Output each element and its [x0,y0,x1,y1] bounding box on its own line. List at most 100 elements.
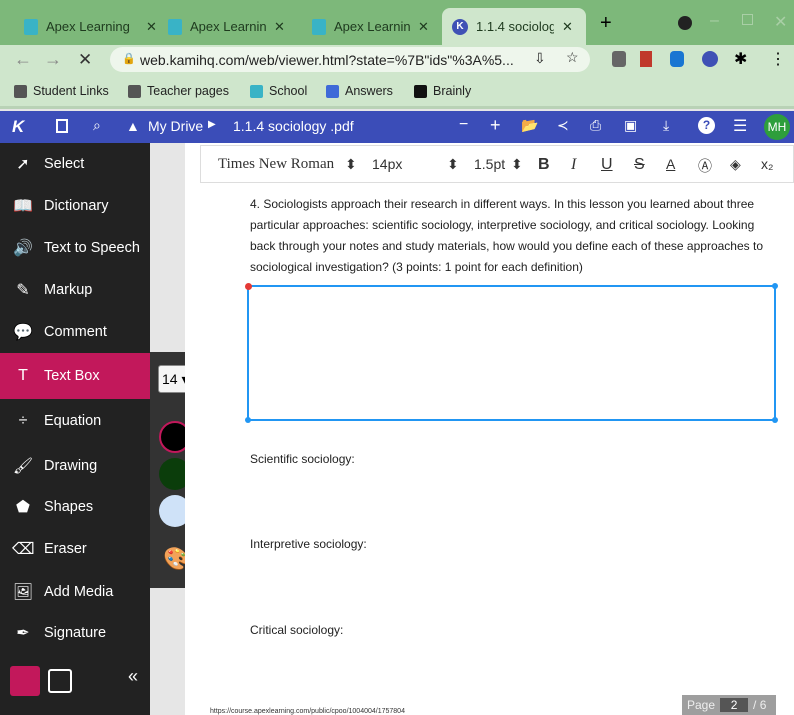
browser-tab-active[interactable]: K1.1.4 sociology .pdf✕ [442,8,586,45]
tab-bar: Apex Learning ✕ Apex Learning ✕ Apex Learn… [0,0,794,45]
fill-color-button[interactable]: ◈ [730,156,741,173]
format-toolbar: Times New Roman ⬍ 14px ⬍ 1.5pt ⬍ B I U S A … [200,145,794,183]
resize-handle[interactable] [772,283,778,289]
footer-url: https://course.apexlearning.com/public/c… [210,708,405,715]
page-indicator: Page 2 / 6 [682,695,776,715]
tool-drawing[interactable]: 🖌 Drawing [0,445,150,487]
layout-single-icon[interactable] [10,666,40,696]
line-spacing-select[interactable]: 1.5pt [474,156,505,172]
drive-icon: ▲ [126,118,140,134]
save-icon[interactable]: ▣ [624,117,637,134]
kami-logo[interactable]: K [12,117,24,137]
tool-comment[interactable]: 💬 Comment [0,311,150,353]
tool-equation[interactable]: ÷ Equation [0,400,150,442]
underline-button[interactable]: U [601,156,613,174]
tool-dictionary[interactable]: 📖 Dictionary [0,185,150,227]
signature-icon: ✒ [16,625,30,642]
breadcrumb-root[interactable]: My Drive [148,118,203,134]
resize-handle[interactable] [772,417,778,423]
strikethrough-button[interactable]: S [634,156,645,174]
tool-text-box[interactable]: T Text Box [0,353,150,399]
dictionary-icon: 📖 [13,198,33,215]
chevron-icon: ⬍ [447,156,459,172]
shapes-icon: ⬟ [16,499,30,516]
close-icon[interactable]: ✕ [562,19,573,35]
extension-icon[interactable] [612,51,626,67]
install-icon[interactable]: ⇩ [534,50,546,67]
bookmark[interactable]: Teacher pages [128,84,229,98]
bookmark[interactable]: Student Links [14,84,109,98]
tool-text-to-speech[interactable]: 🔊 Text to Speech [0,227,150,269]
tool-add-media[interactable]: 🖼 Add Media [0,571,150,613]
page-number-input[interactable]: 2 [720,698,749,712]
delete-handle[interactable] [245,283,252,290]
zoom-out-button[interactable]: − [459,116,468,134]
apex-icon [312,18,326,35]
text-box-icon: T [18,367,28,384]
zoom-in-button[interactable]: + [490,115,501,136]
sidebar-toggle-icon[interactable] [56,119,68,133]
browser-tab[interactable]: Apex Learning ✕ [158,8,295,45]
highlight-color-button[interactable]: Ⓐ [698,156,712,176]
close-window-button[interactable]: ✕ [774,12,787,32]
font-family-select[interactable]: Times New Roman [218,156,334,173]
minimize-button[interactable]: – [710,12,719,30]
text-box[interactable] [245,283,778,423]
back-icon[interactable]: ← [14,49,32,70]
star-icon[interactable]: ☆ [566,49,579,66]
new-tab-button[interactable]: + [600,12,612,35]
menu-icon[interactable]: ⋮ [770,49,786,69]
lock-icon: 🔒 [122,53,136,65]
tool-signature[interactable]: ✒ Signature [0,612,150,654]
close-icon[interactable]: ✕ [274,19,285,35]
question-text: 4. Sociologists approach their research … [250,197,763,274]
kami-toolbar: K ⌕ ▲ My Drive ▶ 1.1.4 sociology .pdf − … [0,111,794,143]
collapse-sidebar-icon[interactable]: « [128,666,138,696]
file-name: 1.1.4 sociology .pdf [233,118,354,134]
view-toggle: « [10,666,138,696]
hamburger-menu-icon[interactable]: ☰ [733,116,747,136]
answer-label: Scientific sociology: [250,452,355,466]
share-icon[interactable]: ≺ [557,117,569,134]
bold-button[interactable]: B [538,156,550,174]
comment-icon: 💬 [13,324,33,341]
subscript-button[interactable]: x₂ [761,156,773,172]
puzzle-icon[interactable]: ✱ [734,49,747,69]
extension-icon[interactable] [640,51,652,67]
maximize-button[interactable] [742,14,753,25]
tool-shapes[interactable]: ⬟ Shapes [0,486,150,528]
print-icon[interactable]: ⎙ [590,117,601,134]
browser-tab[interactable]: Apex Learning ✕ [302,8,439,45]
answer-label: Critical sociology: [250,623,344,637]
tool-markup[interactable]: ✎ Markup [0,269,150,311]
text-color-button[interactable]: A [666,156,675,172]
folder-icon[interactable]: 📂 [521,117,538,134]
download-icon[interactable]: ⤓ [663,117,669,134]
address-bar[interactable]: 🔒 web.kamihq.com/web/viewer.html?state=%… [110,47,590,72]
close-icon[interactable]: ✕ [146,19,157,35]
italic-button[interactable]: I [571,156,576,174]
tool-select[interactable]: ➚ Select [0,143,150,185]
tool-sidebar: ➚ Select 📖 Dictionary 🔊 Text to Speech ✎ Markup… [0,143,150,715]
kami-extension-icon[interactable] [702,51,718,67]
extension-icon[interactable] [670,51,684,67]
bookmark[interactable]: Brainly [414,84,471,98]
tool-eraser[interactable]: ⌫ Eraser [0,528,150,570]
text-to-speech-icon: 🔊 [13,240,33,257]
help-icon[interactable]: ? [698,117,715,134]
forward-icon[interactable]: → [44,49,62,70]
browser-tab[interactable]: Apex Learning ✕ [14,8,167,45]
bookmark[interactable]: School [250,84,307,98]
resize-handle[interactable] [245,417,251,423]
search-icon[interactable]: ⌕ [93,117,101,134]
avatar[interactable]: MH [764,114,790,140]
stop-icon[interactable]: ✕ [78,50,92,70]
tab-search-icon[interactable] [678,16,692,30]
eraser-icon: ⌫ [12,541,35,558]
close-icon[interactable]: ✕ [418,19,429,35]
add-media-icon: 🖼 [12,584,34,601]
select-icon: ➚ [16,156,30,173]
layout-alt-icon[interactable] [48,669,72,693]
font-size-select[interactable]: 14px [372,156,402,172]
bookmark[interactable]: Answers [326,84,393,98]
